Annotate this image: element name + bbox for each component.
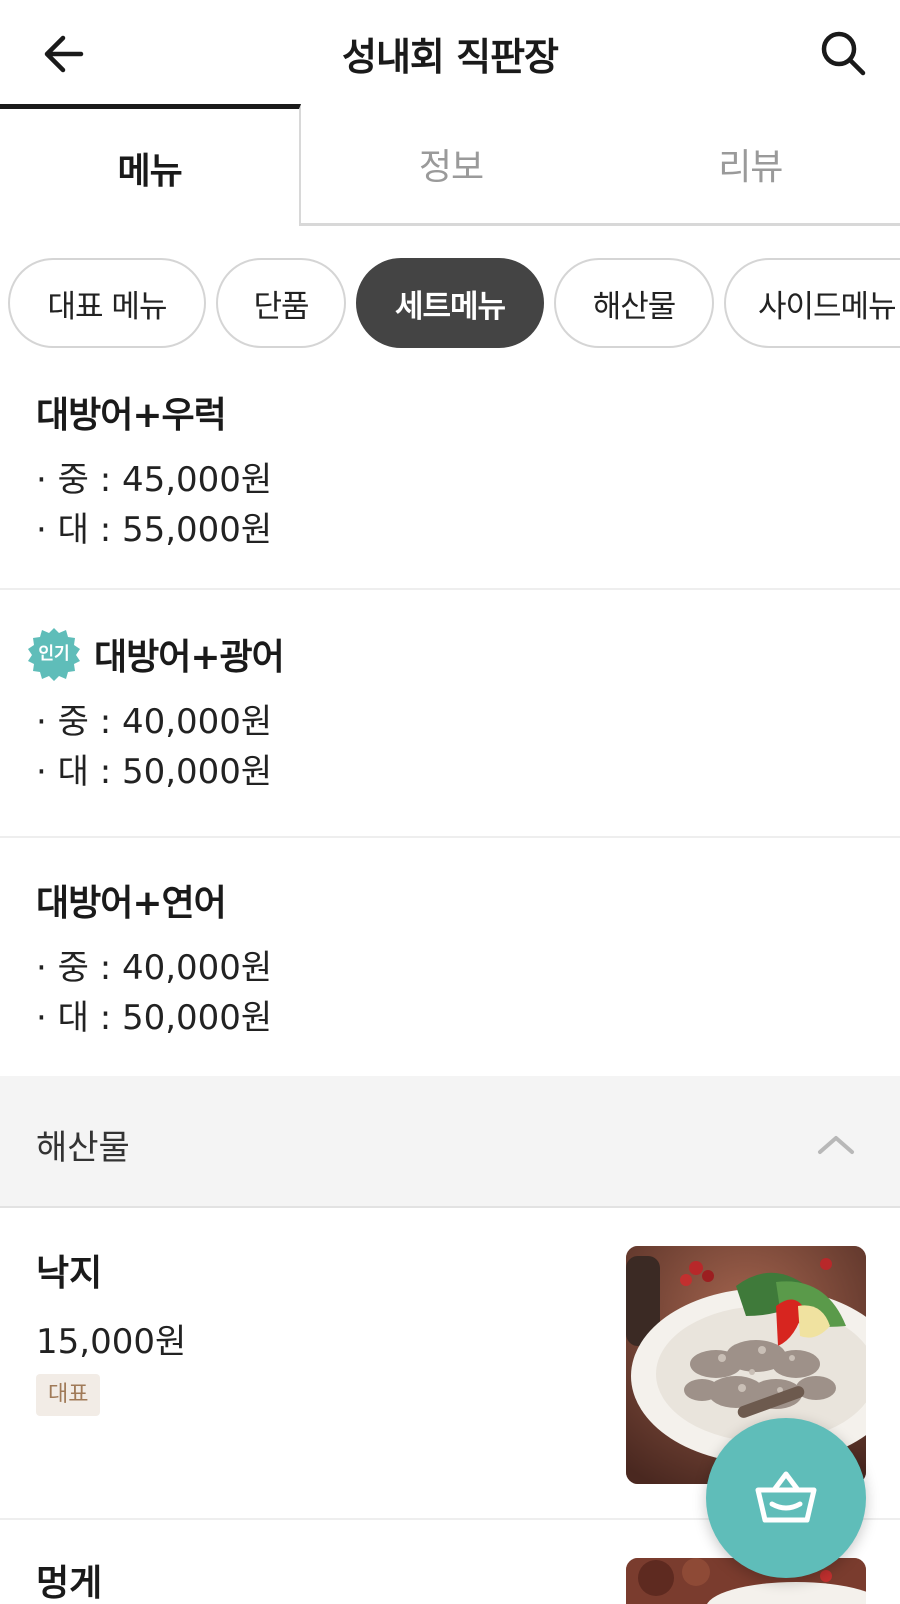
list-item[interactable]: 인기 대방어+광어 · 중 : 40,000원 · 대 : 50,000원	[0, 590, 900, 838]
product-price: 15,000원	[36, 1322, 187, 1362]
page-title: 성내회 직판장	[342, 35, 559, 79]
popular-badge-label: 인기	[38, 644, 70, 664]
list-item[interactable]: 대방어+우럭 · 중 : 45,000원 · 대 : 55,000원	[0, 350, 900, 590]
section-header-seafood[interactable]: 해산물	[0, 1076, 900, 1208]
search-button[interactable]	[816, 26, 870, 80]
item-price: · 중 : 45,000원	[36, 460, 273, 500]
chip-signature-menu[interactable]: 대표 메뉴	[8, 258, 206, 348]
cart-button[interactable]	[706, 1418, 866, 1578]
item-name: 대방어+광어	[94, 637, 285, 678]
item-price: · 대 : 50,000원	[36, 752, 273, 792]
item-name: 대방어+우럭	[36, 395, 227, 436]
item-name: 대방어+연어	[36, 883, 227, 924]
signature-tag: 대표	[36, 1374, 101, 1416]
section-title: 해산물	[36, 1128, 130, 1168]
tab-info[interactable]: 정보	[301, 104, 601, 226]
tab-menu[interactable]: 메뉴	[0, 104, 302, 226]
app-header: 성내회 직판장	[0, 0, 900, 108]
search-icon	[821, 31, 866, 76]
item-price: · 대 : 50,000원	[36, 998, 273, 1038]
basket-icon	[755, 1471, 817, 1523]
chip-single-item[interactable]: 단품	[216, 258, 346, 348]
chevron-up-icon[interactable]	[816, 1124, 856, 1164]
category-chips: 대표 메뉴 단품 세트메뉴 해산물 사이드메뉴	[0, 258, 900, 350]
item-price: · 대 : 55,000원	[36, 510, 273, 550]
chip-seafood[interactable]: 해산물	[554, 258, 714, 348]
product-name: 멍게	[36, 1563, 103, 1604]
item-price: · 중 : 40,000원	[36, 948, 273, 988]
list-item[interactable]: 대방어+연어 · 중 : 40,000원 · 대 : 50,000원	[0, 838, 900, 1076]
tab-reviews[interactable]: 리뷰	[600, 104, 900, 226]
chip-set-menu[interactable]: 세트메뉴	[356, 258, 544, 348]
product-name: 낙지	[36, 1253, 103, 1294]
tab-bar: 메뉴 정보 리뷰	[0, 104, 900, 226]
popular-badge: 인기	[26, 626, 82, 682]
item-price: · 중 : 40,000원	[36, 702, 273, 742]
chip-side-menu[interactable]: 사이드메뉴	[724, 258, 900, 348]
